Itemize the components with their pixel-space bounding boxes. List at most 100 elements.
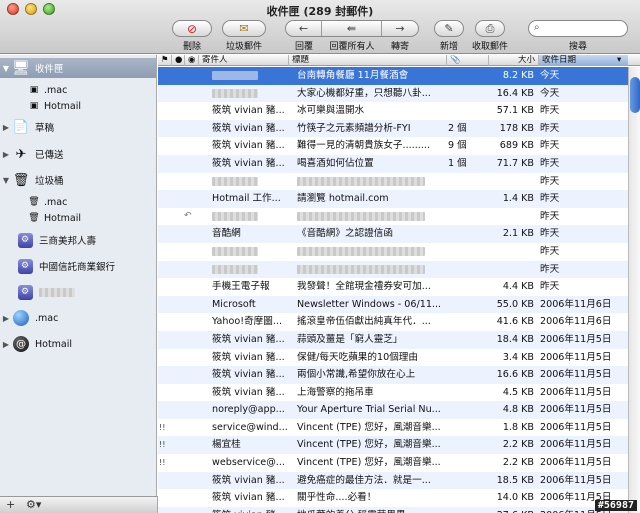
date-cell: 昨天: [540, 263, 560, 275]
vertical-scrollbar[interactable]: [628, 67, 640, 513]
column-subject[interactable]: 標題: [288, 55, 446, 66]
from-cell: noreply@app...: [212, 404, 285, 416]
table-row[interactable]: 筱筑 vivian 豬... 避免癌症的最佳方法．就是一... 18.5 KB 200…: [158, 471, 628, 490]
size-cell: 3.4 KB: [502, 351, 534, 363]
sidebar-item-trash-mac[interactable]: 🗑 .mac: [0, 194, 156, 210]
table-row[interactable]: noreply@app... Your Aperture Trial Serial…: [158, 401, 628, 419]
search-input[interactable]: ⌕: [528, 20, 628, 37]
window-title: 收件匣 (289 封郵件): [266, 5, 374, 18]
new-message-button[interactable]: ✎ 新增: [434, 20, 464, 52]
delete-icon: ⊘: [186, 21, 198, 36]
table-row[interactable]: !! webservice@... Vincent (TPE) 您好，風潮音樂...…: [158, 454, 628, 472]
sidebar-item-account-mac[interactable]: ▶ .mac: [0, 308, 156, 328]
table-row[interactable]: 筱筑 vivian 豬... 竹筷子之元素頻譜分析-FYI 2 個 178 KB 昨天: [158, 119, 628, 138]
attachment-cell: 9 個: [448, 140, 467, 152]
subject-cell: Vincent (TPE) 您好，風潮音樂...: [297, 421, 441, 433]
table-row[interactable]: 筱筑 vivian 豬... 兩個小常識,希望你放在心上 16.6 KB 2006年1…: [158, 366, 628, 384]
delete-button[interactable]: ⊘ 刪除: [172, 20, 212, 52]
from-cell: 筱筑 vivian 豬...: [212, 369, 285, 381]
table-row[interactable]: !! 楊宜桂 Vincent (TPE) 您好，風潮音樂... 2.2 KB 2006年…: [158, 436, 628, 455]
table-row[interactable]: 昨天: [158, 173, 628, 191]
table-row[interactable]: ↶ 昨天: [158, 208, 628, 226]
subject-cell: Vincent (TPE) 您好，風潮音樂...: [297, 439, 441, 451]
table-row[interactable]: 台南轉角餐廳 11月餐酒會 8.2 KB 今天: [158, 67, 628, 85]
junk-button[interactable]: ✉ 垃圾郵件: [222, 20, 266, 52]
table-row[interactable]: 筱筑 vivian 豬... 冰可樂與溫開水 57.1 KB 昨天: [158, 102, 628, 120]
size-cell: 14.0 KB: [496, 492, 534, 504]
flag-column-icon[interactable]: ⚑: [158, 55, 171, 66]
from-cell: 筱筑 vivian 豬...: [212, 333, 285, 345]
table-row[interactable]: 筱筑 vivian 豬... 關乎性命....必看！ 14.0 KB 2006年11月…: [158, 489, 628, 507]
sidebar-item-inbox-mac[interactable]: ▣ .mac: [0, 82, 156, 98]
get-mail-button[interactable]: ⎙ 收取郵件: [472, 20, 508, 52]
search-icon: ⌕: [534, 22, 540, 33]
size-cell: 689 KB: [499, 140, 534, 152]
toolbar: ⊘ 刪除 ✉ 垃圾郵件 ← ⇚ → 回覆 回覆所有人 轉寄 ✎ 新增 ⎙ 收取郵…: [0, 18, 640, 52]
table-row[interactable]: 筱筑 vivian 豬... 喝喜酒如何佔位置 1 個 71.7 KB 昨天: [158, 154, 628, 173]
sidebar-item-inbox[interactable]: ▼ 🖥 收件匣: [0, 58, 156, 78]
table-row[interactable]: 筱筑 vivian 豬...地瓜葉的養分 稱霸蔬果界27.6 KB2006年11…: [158, 506, 628, 513]
column-date[interactable]: 收件日期 ▾: [538, 55, 628, 66]
smart-folder-icon: ⚙: [17, 232, 33, 248]
reply-all-button[interactable]: ⇚: [322, 21, 382, 36]
sidebar-item-drafts[interactable]: ▶ 📄 草稿: [0, 117, 156, 137]
subject-cell: 請瀏覽 hotmail.com: [297, 193, 389, 205]
subject-cell: 關乎性命....必看！: [297, 492, 377, 504]
from-cell: 手機王電子報: [212, 281, 270, 293]
attachment-column-icon[interactable]: 📎: [446, 55, 488, 66]
sidebar-item-trash-hotmail[interactable]: 🗑 Hotmail: [0, 210, 156, 226]
mailbox-sidebar: ▼ 🖥 收件匣 ▣ .mac ▣ Hotmail ▶ 📄 草稿 ▶ ✈ 已傳送 …: [0, 55, 157, 496]
sidebar-item-account-hotmail[interactable]: ▶ @ Hotmail: [0, 334, 156, 354]
message-rows: 台南轉角餐廳 11月餐酒會 8.2 KB 今天 大家心機都好重，只想聽八卦... 16.…: [158, 67, 628, 513]
redacted-text: [297, 264, 425, 274]
inbox-tray-icon: 🖥: [12, 60, 30, 76]
sidebar-item-folder-2[interactable]: ⚙ 中國信託商業銀行: [0, 256, 156, 276]
sidebar-item-inbox-hotmail[interactable]: ▣ Hotmail: [0, 98, 156, 114]
table-row[interactable]: Microsoft Newsletter Windows - 06/11... 55…: [158, 295, 628, 314]
reply-button[interactable]: ←: [286, 21, 322, 36]
sidebar-item-sent[interactable]: ▶ ✈ 已傳送: [0, 144, 156, 164]
subject-cell: Newsletter Windows - 06/11...: [297, 298, 442, 310]
flag-cell: !!: [159, 422, 166, 432]
table-row[interactable]: 昨天: [158, 243, 628, 261]
table-row[interactable]: 大家心機都好重，只想聽八卦... 16.4 KB 今天: [158, 84, 628, 103]
column-size[interactable]: 大小: [488, 55, 538, 66]
date-cell: 昨天: [540, 140, 560, 152]
status-column-icon[interactable]: ●: [171, 55, 184, 66]
date-cell: 2006年11月5日: [540, 386, 612, 398]
sort-descending-icon: ▾: [617, 55, 622, 65]
table-row[interactable]: 筱筑 vivian 豬... 保健/每天吃蘋果的10個理由 3.4 KB 2006年1…: [158, 349, 628, 367]
subject-cell: 《音酷網》之認證信函: [297, 228, 393, 240]
table-row[interactable]: !! service@wind... Vincent (TPE) 您好，風潮音樂..…: [158, 419, 628, 437]
subject-cell: 上海警察的拖吊車: [297, 386, 374, 398]
date-cell: 昨天: [540, 281, 560, 293]
size-cell: 1.8 KB: [502, 421, 534, 433]
date-cell: 2006年11月5日: [540, 333, 612, 345]
table-row[interactable]: 音酷網 《音酷網》之認證信函 2.1 KB 昨天: [158, 225, 628, 243]
date-cell: 2006年11月5日: [540, 404, 612, 416]
sidebar-item-trash[interactable]: ▼ 🗑 垃圾桶: [0, 170, 156, 190]
redacted-text: [212, 264, 258, 274]
forward-button[interactable]: →: [382, 21, 418, 36]
gear-icon[interactable]: ⚙▾: [26, 498, 41, 511]
from-cell: 楊宜桂: [212, 439, 241, 451]
scrollbar-thumb[interactable]: [630, 77, 640, 113]
table-row[interactable]: 筱筑 vivian 豬... 難得一見的清朝貴族女子......... 9 個 689…: [158, 137, 628, 155]
mac-account-icon: ▣: [29, 85, 39, 95]
table-row[interactable]: Hotmail 工作... 請瀏覽 hotmail.com 1.4 KB 昨天: [158, 190, 628, 208]
table-row[interactable]: 筱筑 vivian 豬... 蒜頭及薑是「窮人靈芝」 18.4 KB 2006年11月…: [158, 330, 628, 349]
sidebar-item-folder-3[interactable]: ⚙: [0, 282, 156, 302]
date-cell: 2006年11月5日: [540, 457, 612, 469]
smart-folder-icon: ⚙: [17, 284, 33, 300]
add-mailbox-button[interactable]: +: [6, 498, 15, 511]
sidebar-item-folder-1[interactable]: ⚙ 三商美邦人壽: [0, 230, 156, 250]
redacted-text: [212, 88, 258, 98]
window-chrome: 收件匣 (289 封郵件) ⊘ 刪除 ✉ 垃圾郵件 ← ⇚ → 回覆 回覆所有人…: [0, 0, 640, 54]
size-cell: 4.5 KB: [502, 386, 534, 398]
table-row[interactable]: 筱筑 vivian 豬... 上海警察的拖吊車 4.5 KB 2006年11月5日: [158, 384, 628, 402]
table-row[interactable]: 昨天: [158, 260, 628, 279]
table-row[interactable]: Yahoo!奇摩圖... 搖滾皇帝伍佰獻出純真年代．... 41.6 KB 2006年…: [158, 313, 628, 331]
thread-column-icon[interactable]: ◉: [184, 55, 198, 66]
column-from[interactable]: 寄件人: [198, 55, 288, 66]
table-row[interactable]: 手機王電子報 我發聲！全館現金禮券安可加... 4.4 KB 昨天: [158, 278, 628, 296]
